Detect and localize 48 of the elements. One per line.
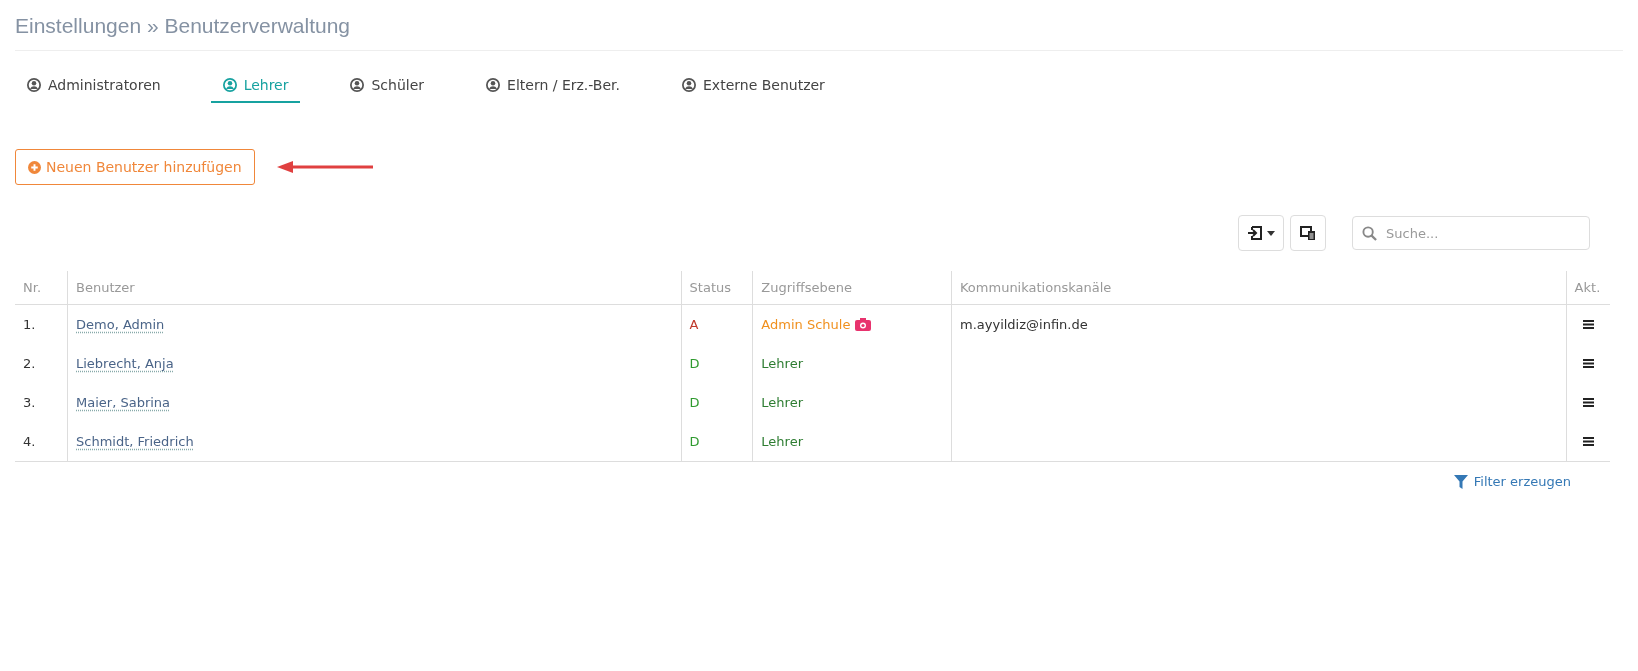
row-number: 1. bbox=[23, 317, 36, 332]
filter-icon bbox=[1453, 474, 1468, 489]
column-header: Status bbox=[681, 271, 753, 305]
plus-circle-icon bbox=[28, 160, 41, 174]
row-number: 2. bbox=[23, 356, 36, 371]
import-icon bbox=[1247, 225, 1263, 241]
access-level: Lehrer bbox=[761, 356, 803, 371]
columns-button[interactable] bbox=[1290, 215, 1326, 251]
user-icon bbox=[27, 78, 41, 92]
column-header: Nr. bbox=[15, 271, 68, 305]
row-number: 3. bbox=[23, 395, 36, 410]
access-level: Lehrer bbox=[761, 395, 803, 410]
caret-icon bbox=[1267, 230, 1275, 236]
camera-icon bbox=[855, 318, 872, 331]
page-title: Einstellungen » Benutzerverwaltung bbox=[15, 0, 1623, 51]
create-filter-link[interactable]: Filter erzeugen bbox=[1453, 474, 1571, 489]
user-icon bbox=[486, 78, 501, 92]
menu-icon[interactable] bbox=[1582, 320, 1594, 329]
columns-icon bbox=[1300, 225, 1316, 241]
user-group-tab[interactable]: Eltern / Erz.-Ber. bbox=[474, 69, 632, 103]
user-icon bbox=[350, 78, 365, 92]
user-link[interactable]: Liebrecht, Anja bbox=[76, 356, 174, 371]
user-group-tab[interactable]: Administratoren bbox=[15, 69, 173, 103]
status-code: D bbox=[689, 356, 700, 371]
access-level: Admin Schule bbox=[761, 317, 851, 332]
arrow-icon bbox=[276, 161, 373, 173]
user-icon bbox=[682, 78, 696, 92]
column-header: Benutzer bbox=[67, 271, 682, 305]
user-icon bbox=[222, 78, 237, 92]
menu-icon[interactable] bbox=[1582, 398, 1594, 407]
column-header: Akt. bbox=[1566, 271, 1610, 305]
search-field[interactable]: Suche... bbox=[1352, 216, 1590, 250]
status-code: A bbox=[689, 317, 699, 332]
access-level: Lehrer bbox=[761, 434, 803, 449]
user-group-tab[interactable]: Externe Benutzer bbox=[670, 69, 837, 103]
menu-icon[interactable] bbox=[1582, 359, 1594, 368]
column-header: Zugriffsebene bbox=[752, 271, 952, 305]
user-link[interactable]: Demo, Admin bbox=[76, 317, 165, 332]
status-code: D bbox=[689, 395, 700, 410]
import-dropdown-button[interactable] bbox=[1238, 215, 1284, 251]
menu-icon[interactable] bbox=[1582, 437, 1594, 446]
user-group-tab[interactable]: Schüler bbox=[338, 69, 437, 103]
user-link[interactable]: Schmidt, Friedrich bbox=[76, 434, 194, 449]
user-link[interactable]: Maier, Sabrina bbox=[76, 395, 171, 410]
status-code: D bbox=[689, 434, 700, 449]
row-number: 4. bbox=[23, 434, 36, 449]
email-address: m.ayyildiz@infin.de bbox=[960, 317, 1088, 332]
column-header: Kommunikationskanäle bbox=[951, 271, 1567, 305]
